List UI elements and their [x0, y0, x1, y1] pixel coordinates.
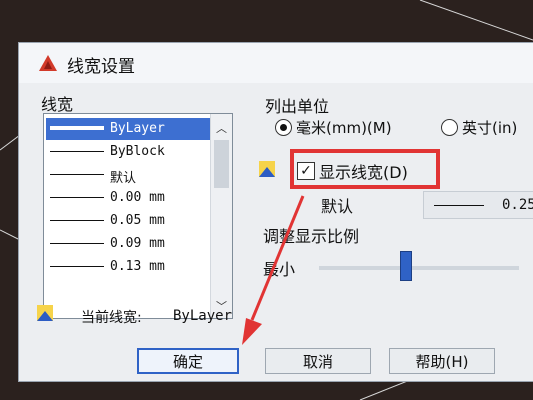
ok-button[interactable]: 确定 [137, 348, 239, 374]
current-lineweight-icon [37, 305, 53, 321]
list-item-0-09[interactable]: 0.09 mm [46, 233, 210, 255]
units-label: 列出单位 [265, 97, 330, 116]
scale-min-label: 最小 [263, 260, 296, 279]
dialog-titlebar: 线宽设置 [19, 43, 533, 83]
scale-slider-thumb[interactable] [400, 251, 412, 281]
unit-in-radio[interactable]: 英寸(in) [441, 117, 517, 138]
list-item-bylayer[interactable]: ByLayer [46, 118, 210, 140]
lineweight-settings-dialog: 线宽设置 线宽 ByLayer ByBlock 默认 0.00 mm 0.05 … [18, 42, 533, 382]
scale-slider-track[interactable] [319, 266, 519, 270]
scroll-up-icon[interactable]: ︿ [214, 120, 229, 136]
lineweights-label: 线宽 [41, 95, 74, 114]
help-button[interactable]: 帮助(H) [389, 348, 495, 374]
scroll-thumb[interactable] [214, 140, 229, 188]
list-item-0-00[interactable]: 0.00 mm [46, 187, 210, 209]
list-item-default[interactable]: 默认 [46, 164, 210, 186]
list-scrollbar[interactable]: ︿ ﹀ [210, 114, 232, 318]
red-highlight-annotation [290, 149, 440, 189]
lineweight-list[interactable]: ByLayer ByBlock 默认 0.00 mm 0.05 mm 0.09 … [43, 113, 233, 319]
list-item-0-13[interactable]: 0.13 mm [46, 256, 210, 278]
autocad-logo-icon [39, 55, 57, 71]
radio-empty-icon [441, 119, 458, 136]
unit-mm-radio[interactable]: 毫米(mm)(M) [275, 117, 392, 138]
lineweight-display-icon [259, 161, 275, 177]
default-label: 默认 [321, 197, 354, 216]
current-lineweight-value: ByLayer [173, 308, 233, 324]
cancel-button[interactable]: 取消 [265, 348, 371, 374]
dialog-title: 线宽设置 [67, 57, 135, 77]
list-item-0-05[interactable]: 0.05 mm [46, 210, 210, 232]
list-item-byblock[interactable]: ByBlock [46, 141, 210, 163]
current-lineweight-label: 当前线宽: [81, 310, 142, 326]
default-lineweight-dropdown[interactable]: 0.25 [423, 191, 533, 219]
adjust-scale-label: 调整显示比例 [263, 227, 360, 246]
radio-selected-icon [275, 119, 292, 136]
